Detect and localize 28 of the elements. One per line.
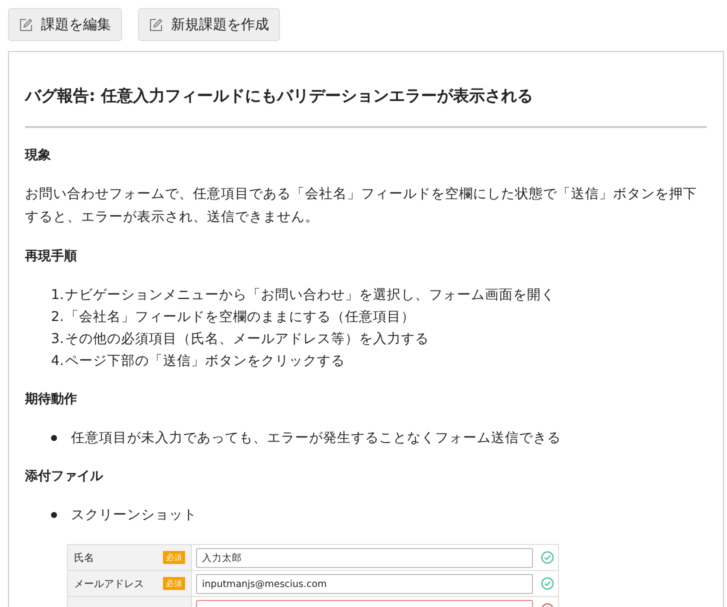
bullet-icon (51, 512, 57, 518)
section-heading: 現象 (25, 147, 52, 164)
edit-button[interactable]: 課題を編集 (8, 8, 122, 41)
form-label: メールアドレス (74, 578, 144, 590)
section-heading: 再現手順 (25, 248, 78, 265)
list-number: 2. (51, 308, 65, 327)
issue-title: バグ報告: 任意入力フィールドにもバリデーションエラーが表示される (25, 86, 534, 107)
list-item: 任意項目が未入力であっても、エラーが発生することなくフォーム送信できる (71, 429, 561, 448)
list-item: 「会社名」フィールドを空欄のままにする（任意項目） (65, 308, 415, 327)
list-item: その他の必須項目（氏名、メールアドレス等）を入力する (65, 330, 429, 349)
list-number: 1. (51, 286, 65, 305)
list-item: ナビゲーションメニューから「お問い合わせ」を選択し、フォーム画面を開く (65, 286, 555, 305)
required-badge: 必須 (163, 577, 185, 590)
section-heading: 添付ファイル (25, 468, 104, 485)
list-number: 4. (51, 352, 65, 371)
list-item: ページ下部の「送信」ボタンをクリックする (65, 352, 345, 371)
list-item: スクリーンショット (71, 506, 197, 525)
edit-icon (149, 18, 163, 32)
form-label: 氏名 (74, 552, 94, 564)
input-field: 入力太郎 (196, 548, 533, 568)
input-field: inputmanjs@mescius.com (196, 574, 533, 594)
bullet-icon (51, 435, 57, 441)
required-badge: 必須 (163, 551, 185, 564)
list-number: 3. (51, 330, 65, 349)
edit-button[interactable]: 新規課題を作成 (138, 8, 280, 41)
paragraph: お問い合わせフォームで、任意項目である「会社名」フィールドを空欄にした状態で「送信」ボタンを押下すると、エラーが表示され、送信できません。 (25, 185, 698, 227)
edit-icon (19, 18, 33, 32)
section-heading: 期待動作 (25, 391, 78, 408)
